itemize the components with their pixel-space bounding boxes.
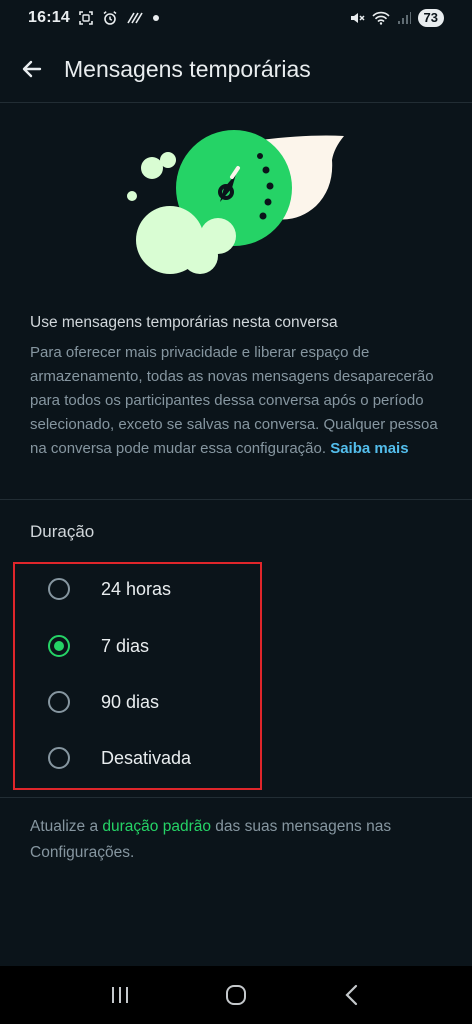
description-body: Para oferecer mais privacidade e liberar…: [30, 341, 450, 461]
status-left: 16:14: [28, 9, 160, 27]
dot-icon: [152, 14, 160, 22]
option-90-days[interactable]: 90 dias: [30, 682, 260, 722]
alarm-icon: [102, 10, 118, 26]
home-button[interactable]: [216, 975, 256, 1015]
default-duration-link[interactable]: duração padrão: [102, 818, 211, 835]
radio-unselected-icon[interactable]: [48, 578, 70, 600]
disappearing-messages-screen: 16:14 73 Mensagens temporárias Use mensa…: [0, 0, 472, 1024]
arrow-left-icon: [22, 60, 42, 78]
disappearing-timer-illustration: [120, 128, 352, 288]
option-7-days[interactable]: 7 dias: [30, 626, 260, 666]
learn-more-link[interactable]: Saiba mais: [330, 440, 408, 457]
back-icon: [345, 984, 358, 1006]
system-nav-bar: [0, 966, 472, 1024]
option-24-hours[interactable]: 24 horas: [30, 569, 260, 609]
footer-note: Atualize a duração padrão das suas mensa…: [30, 814, 450, 866]
radio-unselected-icon[interactable]: [48, 691, 70, 713]
description: Use mensagens temporárias nesta conversa…: [30, 312, 450, 461]
mute-icon: [349, 10, 365, 26]
wifi-icon: [371, 11, 390, 25]
option-label: 7 dias: [101, 635, 150, 656]
description-title: Use mensagens temporárias nesta conversa: [30, 314, 338, 331]
back-button[interactable]: [12, 49, 52, 89]
status-right: 73: [349, 9, 444, 27]
duration-label: Duração: [30, 522, 95, 541]
app-bar: Mensagens temporárias: [0, 36, 472, 102]
divider: [0, 499, 472, 500]
screenshot-icon: [78, 10, 94, 26]
recents-button[interactable]: [100, 975, 140, 1015]
option-label: Desativada: [101, 747, 192, 768]
option-off[interactable]: Desativada: [30, 738, 260, 778]
status-bar: 16:14 73: [0, 0, 472, 36]
option-label: 90 dias: [101, 691, 160, 712]
battery-badge: 73: [417, 9, 444, 27]
divider: [0, 797, 472, 798]
page-title: Mensagens temporárias: [64, 55, 311, 82]
divider: [0, 102, 472, 103]
status-time: 16:14: [28, 9, 70, 26]
back-nav-button[interactable]: [332, 975, 372, 1015]
home-icon: [226, 985, 246, 1005]
option-label: 24 horas: [101, 578, 172, 599]
signal-icon: [397, 11, 411, 25]
recents-icon: [112, 987, 128, 1003]
nfc-icon: [126, 11, 144, 25]
radio-selected-icon[interactable]: [48, 635, 70, 657]
radio-unselected-icon[interactable]: [48, 747, 70, 769]
footer-prefix: Atualize a: [30, 818, 103, 835]
